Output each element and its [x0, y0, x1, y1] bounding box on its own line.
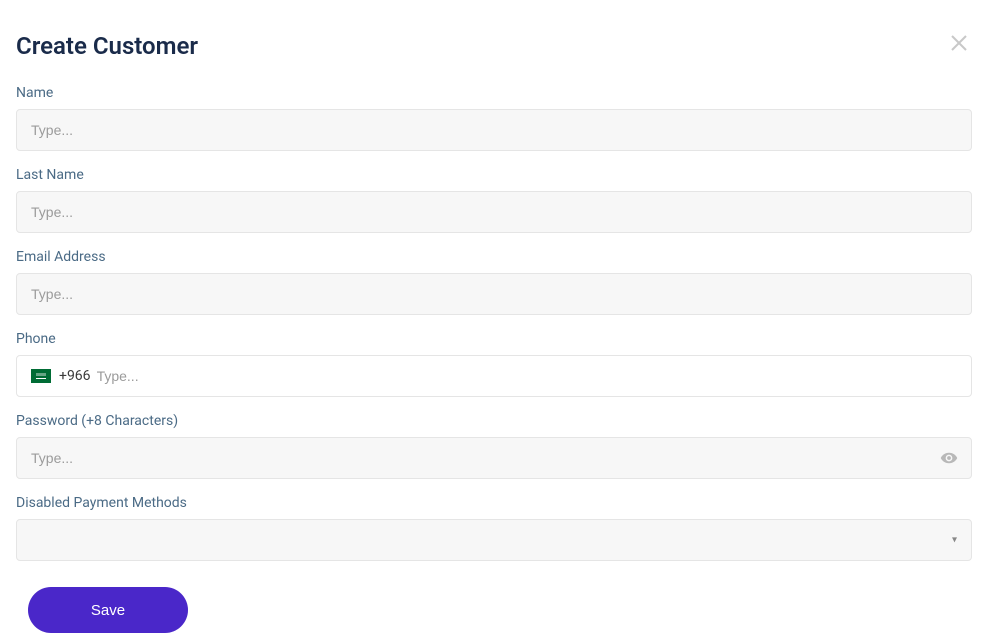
form-group-last-name: Last Name	[16, 167, 972, 233]
form-group-email: Email Address	[16, 249, 972, 315]
form-group-name: Name	[16, 85, 972, 151]
disabled-payment-select[interactable]: ▾	[16, 519, 972, 561]
save-button[interactable]: Save	[28, 587, 188, 633]
form-group-disabled-payment: Disabled Payment Methods ▾	[16, 495, 972, 561]
dial-code: +966	[59, 368, 91, 384]
last-name-input[interactable]	[16, 191, 972, 233]
name-label: Name	[16, 85, 972, 101]
phone-input[interactable]	[97, 356, 957, 396]
form-group-password: Password (+8 Characters)	[16, 413, 972, 479]
email-input[interactable]	[16, 273, 972, 315]
close-icon[interactable]	[946, 30, 972, 61]
last-name-label: Last Name	[16, 167, 972, 183]
eye-icon[interactable]	[940, 449, 958, 467]
form-group-phone: Phone +966	[16, 331, 972, 397]
flag-icon[interactable]	[31, 369, 51, 383]
phone-wrapper: +966	[16, 355, 972, 397]
password-label: Password (+8 Characters)	[16, 413, 972, 429]
password-wrapper	[16, 437, 972, 479]
email-label: Email Address	[16, 249, 972, 265]
page-title: Create Customer	[16, 32, 198, 60]
disabled-payment-label: Disabled Payment Methods	[16, 495, 972, 511]
name-input[interactable]	[16, 109, 972, 151]
password-input[interactable]	[16, 437, 972, 479]
modal-header: Create Customer	[16, 30, 972, 61]
phone-label: Phone	[16, 331, 972, 347]
caret-down-icon: ▾	[952, 535, 957, 546]
